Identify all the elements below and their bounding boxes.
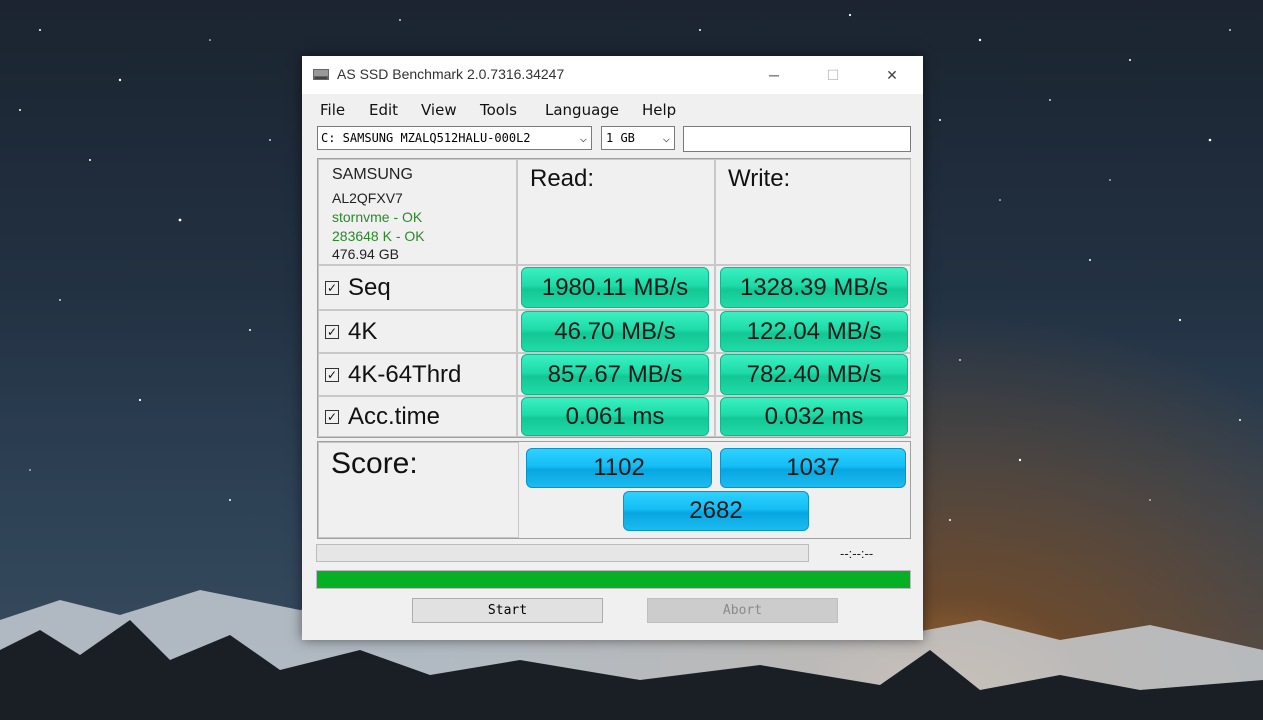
4k64-write-result: 782.40 MB/s [720, 354, 908, 395]
row-seq-write-cell: 1328.39 MB/s [715, 265, 911, 310]
write-column-header: Write: [715, 159, 911, 265]
driver-status: stornvme - OK [332, 209, 423, 225]
maximize-button[interactable]: ☐ [810, 56, 856, 94]
menu-help[interactable]: Help [642, 101, 676, 119]
row-4k64-label[interactable]: ✓ 4K-64Thrd [325, 361, 461, 389]
drive-select-value: C: SAMSUNG MZALQ512HALU-000L2 [321, 131, 531, 145]
elapsed-time: --:--:-- [840, 546, 874, 561]
row-4k-write-cell: 122.04 MB/s [715, 310, 911, 353]
row-4k-label[interactable]: ✓ 4K [325, 318, 377, 346]
as-ssd-window: AS SSD Benchmark 2.0.7316.34247 ─ ☐ ✕ Fi… [302, 56, 923, 640]
chevron-down-icon: ⌵ [579, 131, 587, 145]
row-4k64-label-cell[interactable]: ✓ 4K-64Thrd [318, 353, 517, 396]
checkbox-4k64[interactable]: ✓ [325, 368, 339, 382]
row-4k64-text: 4K-64Thrd [348, 361, 462, 388]
score-panel: Score: 1102 1037 2682 [317, 441, 911, 539]
seq-write-result: 1328.39 MB/s [720, 267, 908, 308]
checkbox-4k[interactable]: ✓ [325, 325, 339, 339]
write-score: 1037 [720, 448, 906, 488]
test-progress-bar [316, 544, 809, 562]
total-score: 2682 [623, 491, 809, 531]
row-acctime-label-cell[interactable]: ✓ Acc.time [318, 396, 517, 437]
drive-capacity: 476.94 GB [332, 246, 399, 262]
score-label: Score: [331, 447, 418, 480]
overall-progress-fill [317, 571, 910, 588]
drive-info-panel: SAMSUNG AL2QFXV7 stornvme - OK 283648 K … [318, 159, 517, 265]
row-4k-text: 4K [348, 318, 378, 345]
row-4k64-write-cell: 782.40 MB/s [715, 353, 911, 396]
row-seq-label-cell[interactable]: ✓ Seq [318, 265, 517, 310]
4k64-read-result: 857.67 MB/s [521, 354, 709, 395]
acctime-write-result: 0.032 ms [720, 397, 908, 436]
drive-firmware: AL2QFXV7 [332, 190, 403, 206]
menu-bar: File Edit View Tools Language Help [302, 96, 923, 122]
menu-file[interactable]: File [320, 101, 345, 119]
read-score: 1102 [526, 448, 712, 488]
seq-read-result: 1980.11 MB/s [521, 267, 709, 308]
row-acctime-write-cell: 0.032 ms [715, 396, 911, 437]
drive-vendor: SAMSUNG [332, 166, 413, 183]
result-text-field[interactable] [683, 126, 911, 152]
row-seq-text: Seq [348, 274, 391, 301]
overall-progress-bar [316, 570, 911, 589]
row-acctime-text: Acc.time [348, 403, 441, 430]
minimize-button[interactable]: ─ [751, 56, 797, 94]
row-4k-read-cell: 46.70 MB/s [517, 310, 715, 353]
menu-edit[interactable]: Edit [369, 101, 398, 119]
row-4k-label-cell[interactable]: ✓ 4K [318, 310, 517, 353]
score-label-cell: Score: [318, 442, 519, 538]
4k-write-result: 122.04 MB/s [720, 311, 908, 352]
drive-icon [313, 69, 329, 80]
close-button[interactable]: ✕ [869, 56, 915, 94]
row-4k64-read-cell: 857.67 MB/s [517, 353, 715, 396]
title-bar[interactable]: AS SSD Benchmark 2.0.7316.34247 ─ ☐ ✕ [302, 56, 923, 94]
row-seq-read-cell: 1980.11 MB/s [517, 265, 715, 310]
start-button[interactable]: Start [412, 598, 603, 623]
menu-language[interactable]: Language [545, 101, 619, 119]
test-size-select[interactable]: 1 GB ⌵ [601, 126, 675, 150]
read-column-header: Read: [517, 159, 715, 265]
results-grid: SAMSUNG AL2QFXV7 stornvme - OK 283648 K … [317, 158, 911, 438]
drive-select[interactable]: C: SAMSUNG MZALQ512HALU-000L2 ⌵ [317, 126, 592, 150]
acctime-read-result: 0.061 ms [521, 397, 709, 436]
checkbox-acctime[interactable]: ✓ [325, 410, 339, 424]
menu-tools[interactable]: Tools [480, 101, 517, 119]
window-title: AS SSD Benchmark 2.0.7316.34247 [337, 66, 565, 82]
chevron-down-icon: ⌵ [662, 131, 670, 145]
row-seq-label[interactable]: ✓ Seq [325, 274, 391, 302]
4k-read-result: 46.70 MB/s [521, 311, 709, 352]
row-acctime-label[interactable]: ✓ Acc.time [325, 403, 440, 431]
menu-view[interactable]: View [421, 101, 457, 119]
read-header-label: Read: [530, 165, 595, 192]
write-header-label: Write: [728, 165, 791, 192]
row-acctime-read-cell: 0.061 ms [517, 396, 715, 437]
abort-button[interactable]: Abort [647, 598, 838, 623]
checkbox-seq[interactable]: ✓ [325, 281, 339, 295]
test-size-value: 1 GB [606, 131, 635, 145]
alignment-status: 283648 K - OK [332, 228, 425, 244]
